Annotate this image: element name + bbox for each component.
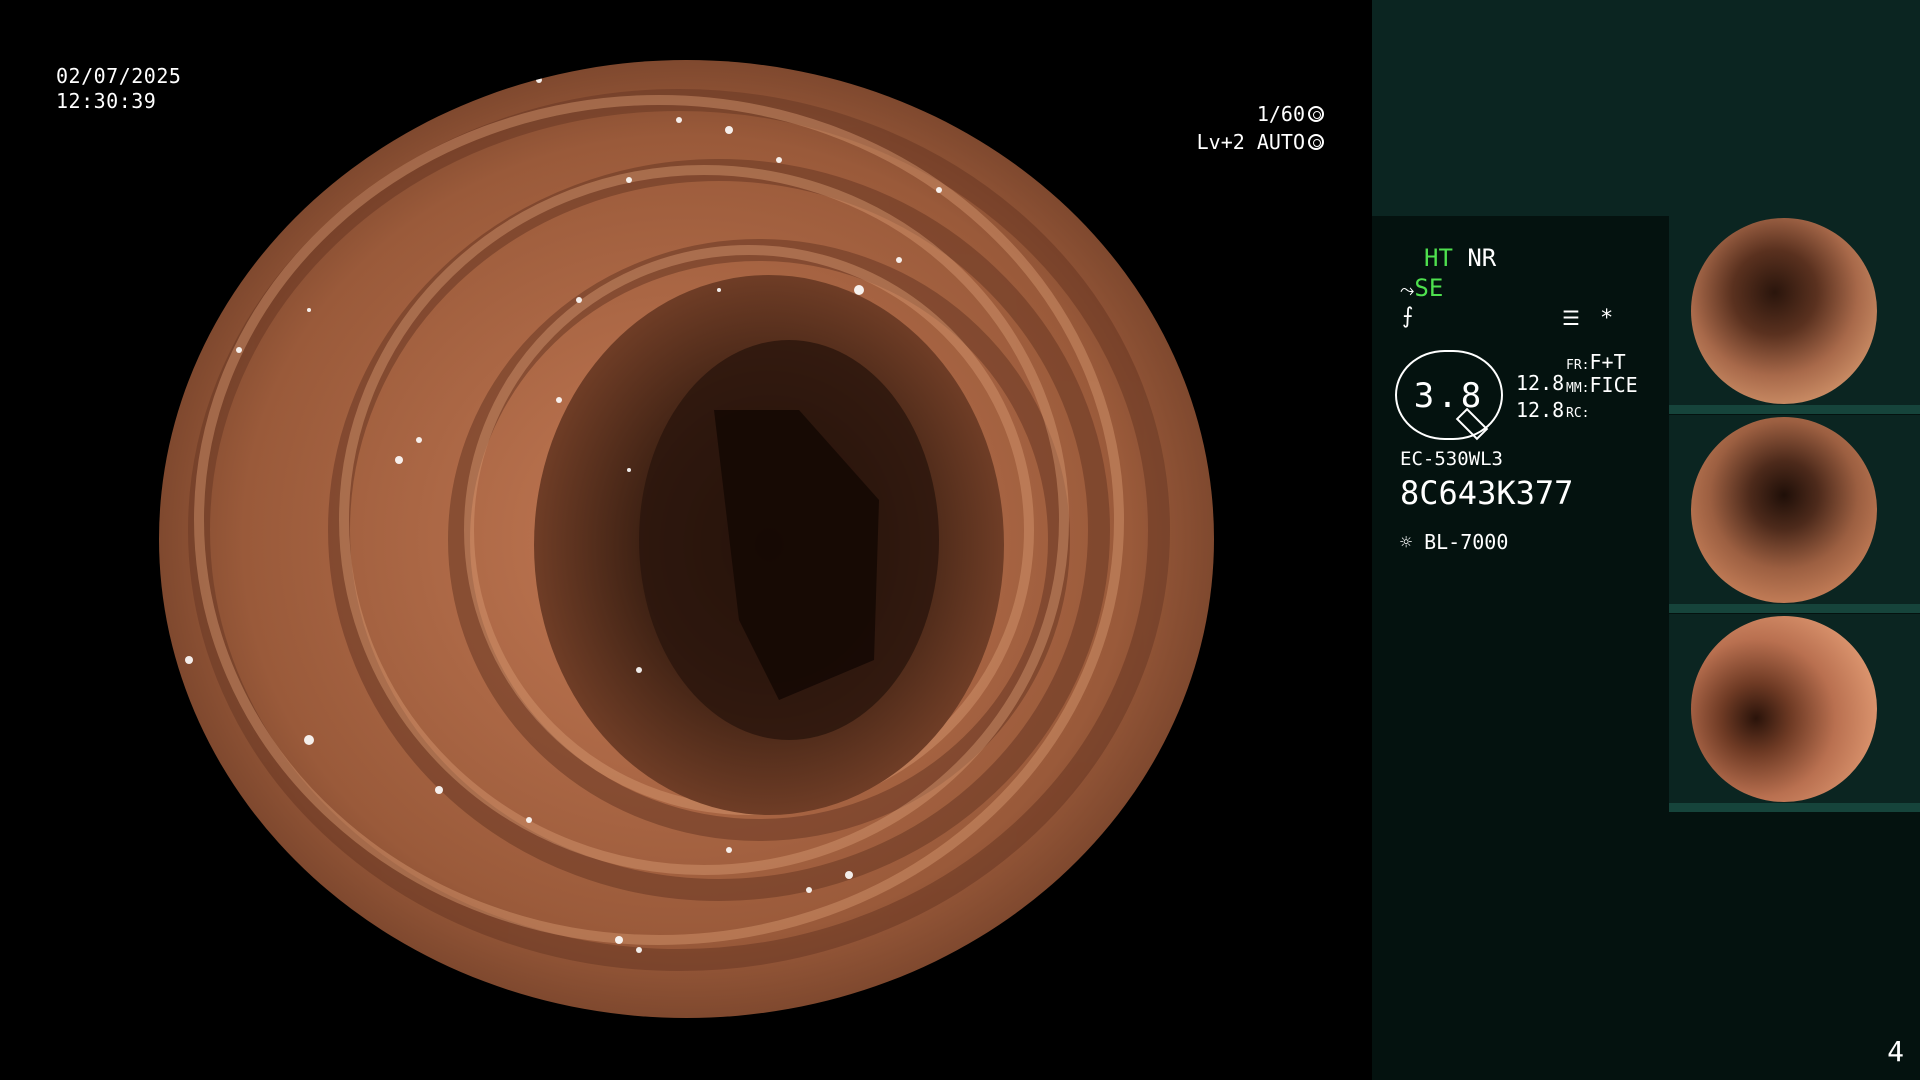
thumbnail-strip [1669,216,1920,813]
panel-header [1372,0,1920,216]
timestamp: 02/07/2025 12:30:39 [56,64,181,114]
scope-model: EC-530WL3 [1400,448,1503,470]
endoscope-view: 02/07/2025 12:30:39 1/60 Lv+2 AUTO [0,0,1372,1080]
lamp-icon: ☼ [1400,530,1413,554]
date-text: 02/07/2025 [56,64,182,88]
thumbnail-bar [1669,405,1920,414]
mm-label: MM: [1566,381,1590,396]
zoom-value: 3.8 [1413,376,1485,416]
fr-label: FR: [1566,358,1590,373]
rc-row: RC: [1566,398,1589,422]
zoom-gauge: 3.8 [1395,350,1503,441]
focus-top: 12.8 [1516,371,1565,395]
scope-serial: 8C643K377 [1400,474,1574,512]
scope-icon: ⤳ [1400,280,1415,301]
flash-icon: ⨍ [1402,304,1414,329]
focus-bottom: 12.8 [1516,398,1565,422]
se-indicator-row: ⤳SE [1400,274,1443,302]
nr-indicator: NR [1467,244,1497,272]
mode-indicators: HT NR [1424,244,1496,272]
thumbnail-1[interactable] [1669,216,1920,414]
shutter-text: 1/60 [1256,102,1305,126]
exposure-readout: 1/60 Lv+2 AUTO [1197,100,1324,156]
thumbnail-bar [1669,604,1920,613]
level-text: Lv+2 AUTO [1196,130,1305,154]
light-source: BL-7000 [1424,530,1509,554]
shutter-icon [1308,106,1324,122]
thumbnail-3[interactable] [1669,614,1920,812]
fr-value: F+T [1589,350,1626,374]
thumbnail-image [1691,616,1877,802]
page-number: 4 [1887,1035,1904,1068]
mm-row: MM:FICE [1566,373,1638,397]
ht-indicator: HT [1424,244,1453,272]
rc-label: RC: [1566,406,1590,421]
endoscopic-image [159,60,1214,1018]
asterisk-mark: * [1600,306,1614,331]
mm-value: FICE [1589,373,1638,397]
fr-row: FR:F+T [1566,350,1626,374]
thumbnail-image [1691,218,1877,404]
thumbnail-image [1691,417,1877,603]
time-text: 12:30:39 [56,89,157,113]
se-indicator: SE [1414,274,1444,302]
light-source-row: ☼ BL-7000 [1400,530,1508,554]
thumbnail-2[interactable] [1669,415,1920,613]
thumbnail-bar [1669,803,1920,812]
iris-icon [1308,134,1324,150]
menu-icon: ☰ [1562,306,1580,330]
